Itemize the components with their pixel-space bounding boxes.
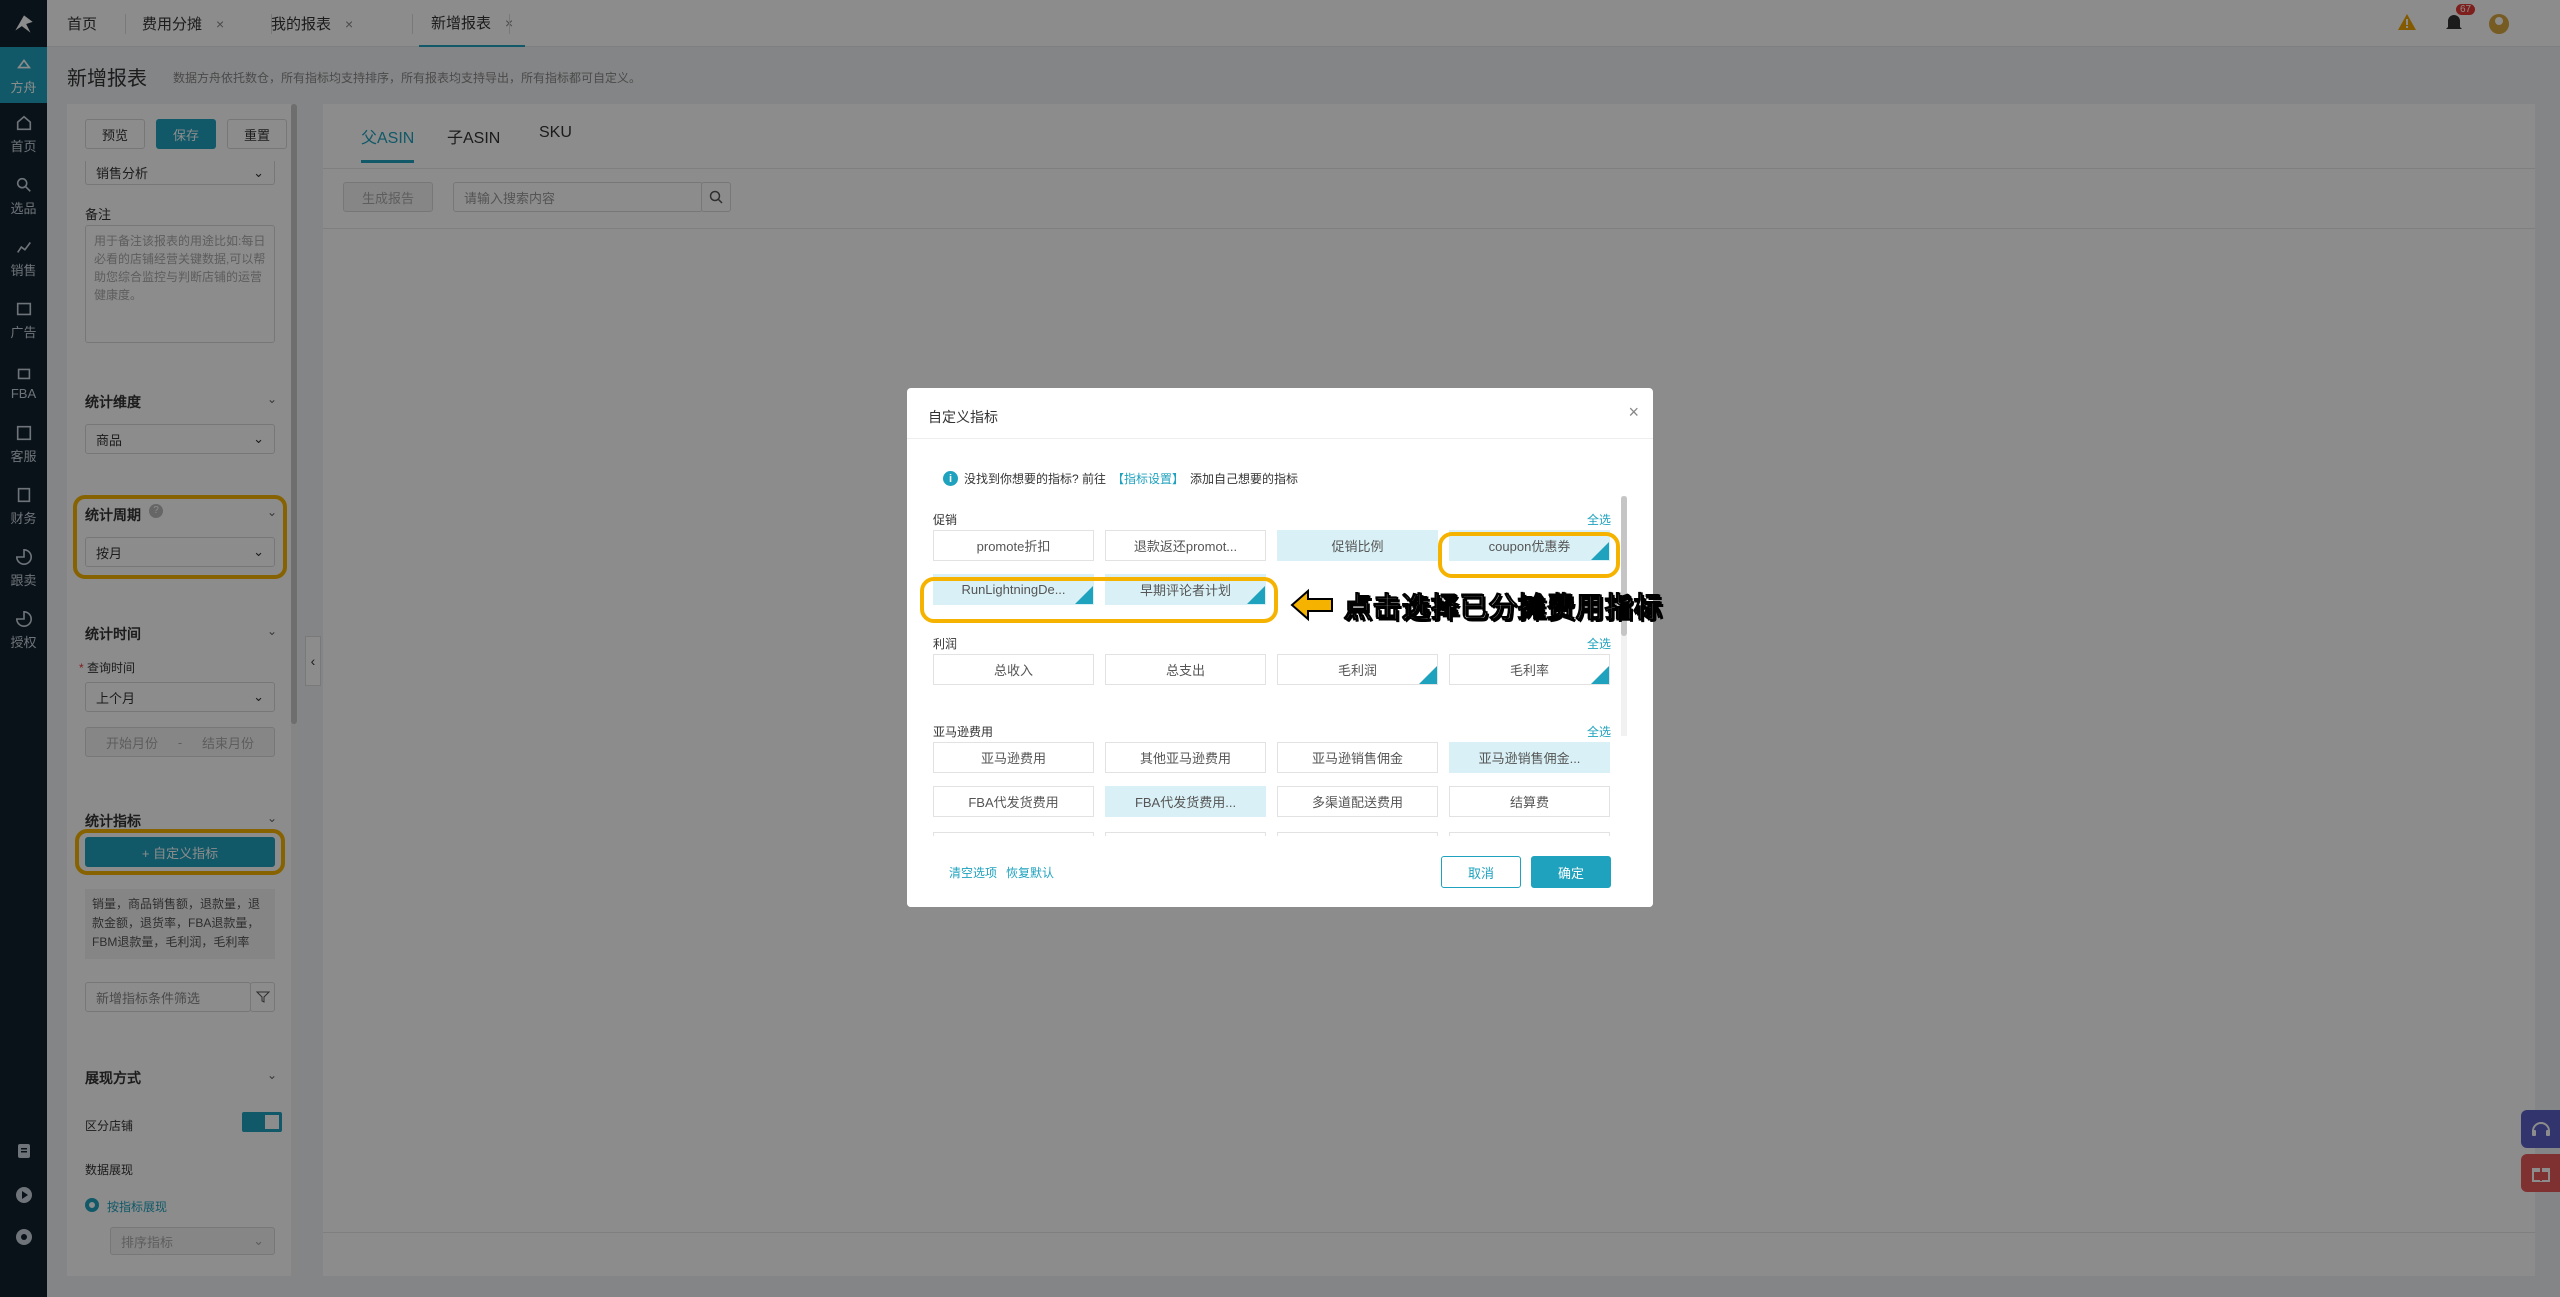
metric-chip-label: FBA代发货费用 [968,795,1059,810]
metric-chip[interactable]: 亚马逊销售佣金 [1277,742,1438,773]
metric-chip[interactable]: 总收入 [933,654,1094,685]
metric-chip[interactable]: 多渠道配送费用 [1277,786,1438,817]
metric-chip-label: FBA代发货费用... [1134,795,1237,810]
metric-chip[interactable]: 总支出 [1105,654,1266,685]
confirm-button[interactable]: 确定 [1531,856,1611,888]
select-all-link[interactable]: 全选 [1587,723,1611,740]
close-icon[interactable]: × [1628,402,1639,423]
group-title: 利润 [933,637,958,651]
coupon-highlight [1438,532,1620,578]
info-text: 没找到你想要的指标? 前往 [964,472,1107,486]
group-title: 促销 [933,513,958,527]
selected-corner-icon [1419,666,1437,684]
metric-chip[interactable]: 退款返还promot... [1105,530,1266,561]
select-all-link[interactable]: 全选 [1587,511,1611,528]
metric-chip[interactable]: promote折扣 [933,530,1094,561]
metric-chip[interactable]: 结算费 [1449,786,1610,817]
metric-chip[interactable]: 毛利润 [1277,654,1438,685]
info-icon: i [943,471,958,486]
metric-chip-label: 亚马逊销售佣金 [1311,751,1403,766]
info-notice: i 没找到你想要的指标? 前往 【指标设置】 添加自己想要的指标 [943,470,1298,487]
metric-chip-label: 促销比例 [1331,539,1384,554]
metric-chip-label: 退款返还promot... [1133,539,1238,554]
annotation-text: 点击选择已分摊费用指标 [1343,592,1664,624]
metric-chip-label: 毛利率 [1509,663,1549,678]
metric-chip[interactable]: 毛利率 [1449,654,1610,685]
app-root: 方舟 首页 选品 销售 广告 FBA 客服 财务 跟卖 授权 首页 费用分摊 × 我的报表 × 新增报… [0,0,2560,1297]
metric-settings-link[interactable]: 【指标设置】 [1112,470,1184,487]
metric-chip-label: promote折扣 [976,539,1051,554]
arrow-left-icon [1290,588,1333,622]
metric-chip-label: 总支出 [1165,663,1205,678]
metric-chip-label: 结算费 [1509,795,1549,810]
info-tail: 添加自己想要的指标 [1190,472,1299,486]
select-all-link[interactable]: 全选 [1587,635,1611,652]
metric-chip[interactable]: FBA代发货费用... [1105,786,1266,817]
dialog-title: 自定义指标 [928,409,998,425]
selected-chips-highlight [920,577,1278,623]
metric-chip[interactable]: 其他亚马逊费用 [1105,742,1266,773]
selected-corner-icon [1591,666,1609,684]
metric-chip-label: 多渠道配送费用 [1311,795,1403,810]
restore-default-link[interactable]: 恢复默认 [1006,864,1054,881]
custom-metric-dialog: 自定义指标 × i 没找到你想要的指标? 前往 【指标设置】 添加自己想要的指标… [907,388,1653,907]
metric-chip[interactable]: 亚马逊费用 [933,742,1094,773]
metric-chip[interactable]: 促销比例 [1277,530,1438,561]
group-title: 亚马逊费用 [933,725,994,739]
cancel-button[interactable]: 取消 [1441,856,1521,888]
metric-chip-label: 毛利润 [1337,663,1377,678]
metric-chip[interactable]: FBA代发货费用 [933,786,1094,817]
metric-chip-label: 亚马逊费用 [980,751,1046,766]
metric-chip[interactable]: 亚马逊销售佣金... [1449,742,1610,773]
metric-chip-label: 亚马逊销售佣金... [1478,751,1581,766]
clear-options-link[interactable]: 清空选项 [949,864,997,881]
metric-chip-label: 总收入 [993,663,1033,678]
metric-chip-label: 其他亚马逊费用 [1139,751,1231,766]
